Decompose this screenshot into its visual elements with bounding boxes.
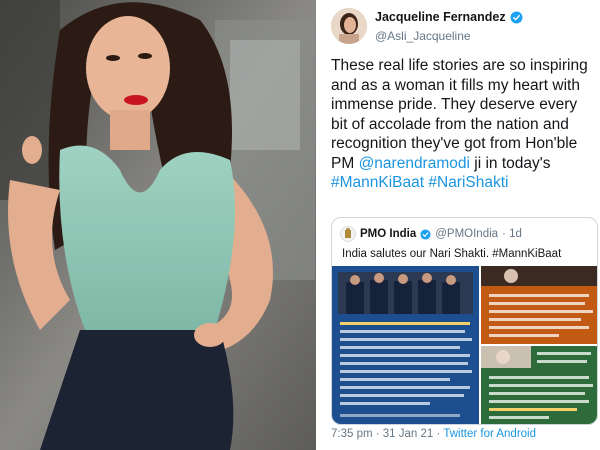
author-handle[interactable]: @Asli_Jacqueline bbox=[375, 29, 471, 43]
media-tile-3-graphic bbox=[481, 346, 593, 419]
tweet-text: These real life stories are so inspiring… bbox=[331, 56, 597, 193]
hashtag-link-narishakti[interactable]: #NariShakti bbox=[428, 174, 508, 191]
portrait-photo bbox=[0, 0, 316, 450]
avatar-image bbox=[331, 8, 367, 44]
tweet-footer: 7:35 pm · 31 Jan 21 · Twitter for Androi… bbox=[331, 428, 536, 440]
media-tile-1[interactable] bbox=[332, 266, 479, 424]
verified-badge-icon bbox=[510, 11, 523, 23]
quoted-tweet[interactable]: PMO India @PMOIndia · 1d India salutes o… bbox=[331, 217, 598, 425]
media-tile-1-graphic bbox=[338, 272, 473, 417]
quoted-media-grid[interactable] bbox=[332, 266, 597, 424]
quoted-author-name[interactable]: PMO India bbox=[360, 228, 416, 240]
tweet-source-link[interactable]: Twitter for Android bbox=[443, 428, 536, 440]
quoted-author-avatar[interactable] bbox=[340, 226, 356, 242]
hashtag-link-mannkibaat[interactable]: #MannKiBaat bbox=[331, 174, 424, 191]
quoted-tweet-text: India salutes our Nari Shakti. #MannKiBa… bbox=[342, 248, 562, 260]
author-avatar[interactable] bbox=[331, 8, 367, 44]
tweet-card[interactable]: Jacqueline Fernandez @Asli_Jacqueline Th… bbox=[319, 0, 600, 450]
quoted-author-handle[interactable]: @PMOIndia bbox=[435, 228, 498, 240]
media-tile-2-graphic bbox=[481, 266, 597, 337]
mention-link[interactable]: @narendramodi bbox=[359, 155, 470, 172]
tweet-text-part-2: ji in today's bbox=[469, 154, 551, 172]
author-name-row[interactable]: Jacqueline Fernandez bbox=[375, 10, 523, 24]
tweet-timestamp[interactable]: 7:35 pm · 31 Jan 21 · bbox=[331, 428, 443, 440]
quoted-tweet-header: PMO India @PMOIndia · 1d bbox=[340, 226, 522, 242]
media-tile-3[interactable] bbox=[481, 346, 597, 424]
portrait-illustration bbox=[0, 0, 316, 450]
quoted-tweet-age: · 1d bbox=[502, 228, 522, 240]
quoted-verified-badge-icon bbox=[420, 228, 431, 240]
author-name[interactable]: Jacqueline Fernandez bbox=[375, 10, 506, 24]
media-tile-2[interactable] bbox=[481, 266, 597, 344]
pmo-emblem-icon bbox=[345, 228, 351, 238]
